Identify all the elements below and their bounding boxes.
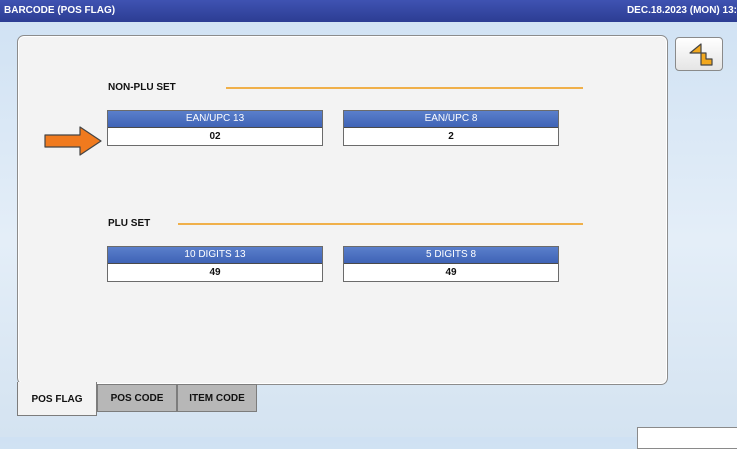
five-digits-8-value: 49 [445, 267, 457, 278]
plu-divider [178, 223, 583, 225]
ean-upc-13-field[interactable]: EAN/UPC 13 02 [107, 110, 323, 146]
ean-upc-13-value: 02 [209, 131, 221, 142]
ean-upc-13-header: EAN/UPC 13 [108, 111, 322, 128]
ean-upc-8-header: EAN/UPC 8 [344, 111, 558, 128]
title-bar: BARCODE (POS FLAG) DEC.18.2023 (MON) 13: [0, 0, 737, 22]
plu-section-title: PLU SET [108, 218, 151, 229]
tab-pos-code[interactable]: POS CODE [97, 384, 177, 412]
status-box [637, 427, 737, 449]
non-plu-section-title: NON-PLU SET [108, 82, 176, 93]
page-title: BARCODE (POS FLAG) [4, 5, 116, 16]
ten-digits-13-value: 49 [209, 267, 221, 278]
datetime-display: DEC.18.2023 (MON) 13: [626, 5, 737, 16]
settings-panel: NON-PLU SET EAN/UPC 13 02 EAN/UPC 8 2 PL… [17, 35, 668, 385]
return-arrow-icon [689, 43, 713, 66]
non-plu-divider [226, 87, 583, 89]
five-digits-8-field[interactable]: 5 DIGITS 8 49 [343, 246, 559, 282]
ten-digits-13-header: 10 DIGITS 13 [108, 247, 322, 264]
tab-item-code[interactable]: ITEM CODE [177, 384, 257, 412]
ean-upc-8-field[interactable]: EAN/UPC 8 2 [343, 110, 559, 146]
ten-digits-13-field[interactable]: 10 DIGITS 13 49 [107, 246, 323, 282]
tab-pos-flag[interactable]: POS FLAG [17, 382, 97, 416]
back-button[interactable] [675, 37, 723, 71]
ean-upc-8-value: 2 [448, 131, 454, 142]
five-digits-8-header: 5 DIGITS 8 [344, 247, 558, 264]
orange-arrow-icon [44, 126, 102, 156]
